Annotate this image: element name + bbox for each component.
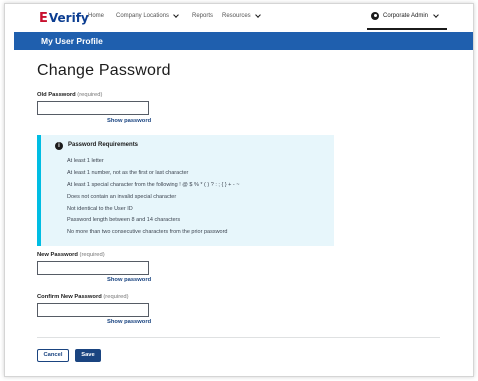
logo-mark: E [39, 10, 48, 26]
everify-logo[interactable]: E Verify [39, 10, 89, 26]
old-password-label-text: Old Password [37, 92, 76, 98]
banner-title: My User Profile [41, 36, 103, 46]
nav-item-label: Company Locations [116, 13, 170, 19]
chevron-down-icon [173, 11, 179, 18]
show-confirm-password-link[interactable]: Show password [107, 319, 151, 325]
divider [37, 337, 440, 338]
old-password-input[interactable] [37, 101, 149, 115]
logo-text: Verify [48, 11, 89, 25]
required-indicator: (required) [103, 294, 129, 300]
user-circle-icon [371, 12, 379, 20]
top-navigation: E Verify Home Company Locations Reports … [5, 4, 473, 32]
requirement-item: At least 1 letter [67, 158, 104, 164]
user-menu-label: Corporate Admin [383, 13, 429, 19]
requirement-item: Password length between 8 and 14 charact… [67, 217, 181, 224]
new-password-label: New Password (required) [37, 252, 105, 258]
nav-item-company-locations[interactable]: Company Locations [116, 11, 179, 19]
save-button[interactable]: Save [75, 349, 101, 362]
page-banner: My User Profile [14, 32, 473, 50]
nav-item-label: Home [88, 13, 105, 19]
required-indicator: (required) [79, 252, 105, 258]
user-menu-active-indicator [367, 28, 447, 30]
new-password-label-text: New Password [37, 252, 78, 258]
user-menu[interactable]: Corporate Admin [371, 11, 439, 20]
confirm-password-label: Confirm New Password (required) [37, 294, 129, 300]
password-requirements-alert: i Password Requirements At least 1 lette… [37, 135, 334, 246]
nav-item-resources[interactable]: Resources [222, 11, 261, 19]
nav-item-label: Resources [222, 13, 251, 19]
requirement-item: Does not contain an invalid special char… [67, 193, 177, 200]
chevron-down-icon [433, 11, 439, 18]
info-icon: i [55, 142, 63, 150]
nav-item-label: Reports [192, 13, 214, 19]
old-password-label: Old Password (required) [37, 92, 102, 98]
show-new-password-link[interactable]: Show password [107, 277, 151, 283]
requirement-item: No more than two consecutive characters … [67, 229, 228, 236]
requirements-list: At least 1 letter At least 1 number, not… [67, 157, 240, 240]
nav-item-home[interactable]: Home [88, 13, 104, 19]
nav-item-reports[interactable]: Reports [192, 13, 213, 19]
new-password-input[interactable] [37, 261, 149, 275]
show-old-password-link[interactable]: Show password [107, 118, 151, 124]
cancel-button[interactable]: Cancel [37, 349, 69, 362]
app-window: E Verify Home Company Locations Reports … [4, 3, 474, 377]
requirement-item: At least 1 special character from the fo… [67, 181, 240, 188]
requirement-item: Not identical to the User ID [67, 205, 133, 212]
confirm-password-input[interactable] [37, 303, 149, 317]
chevron-down-icon [254, 11, 261, 18]
requirement-item: At least 1 number, not as the first or l… [67, 169, 189, 176]
page-title: Change Password [37, 62, 171, 79]
required-indicator: (required) [77, 92, 103, 98]
requirements-heading: Password Requirements [68, 142, 139, 148]
confirm-password-label-text: Confirm New Password [37, 294, 102, 300]
